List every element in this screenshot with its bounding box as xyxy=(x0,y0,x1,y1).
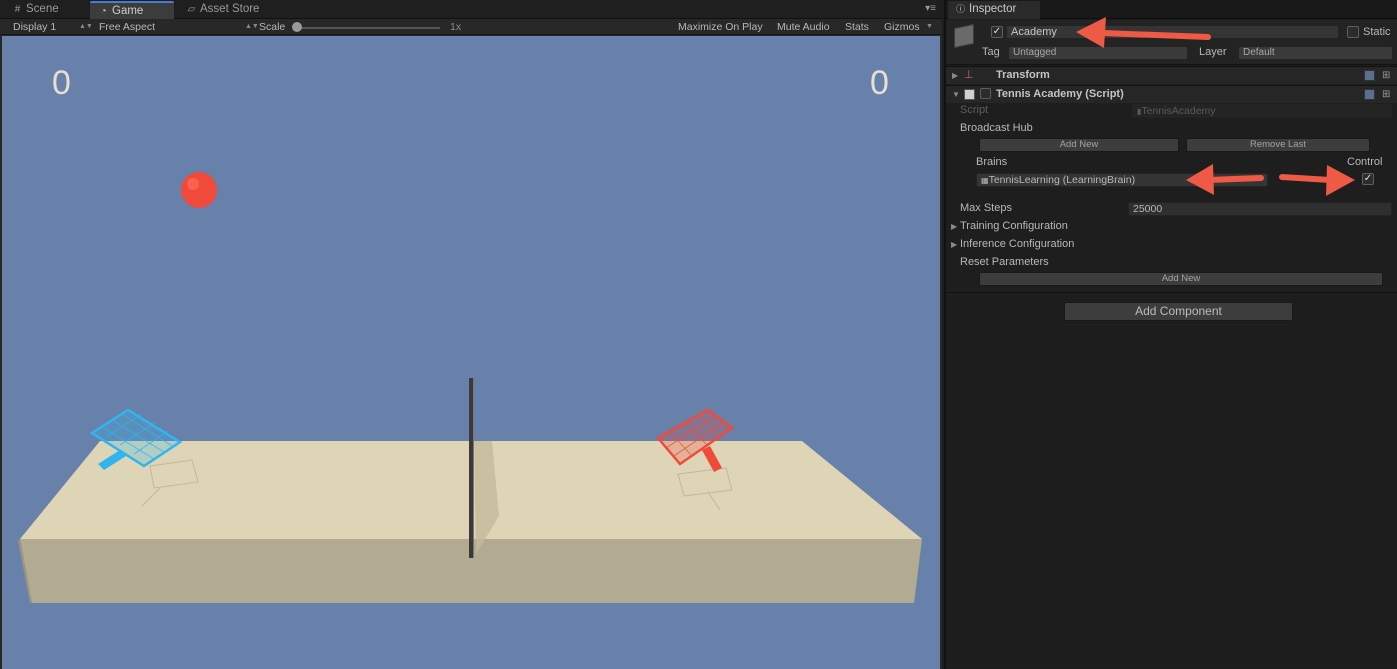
maximize-on-play-toggle[interactable]: Maximize On Play xyxy=(678,20,763,34)
academy-title: Tennis Academy (Script) xyxy=(996,88,1124,100)
panel-menu-icon[interactable]: ▾≡ xyxy=(925,3,936,14)
annotation-arrow-control xyxy=(1279,165,1355,196)
foldout-arrow-icon[interactable]: ▶ xyxy=(952,71,958,80)
help-book-icon[interactable] xyxy=(1364,70,1375,81)
gameobject-header: ✓ Academy Static Tag Untagged Layer Defa… xyxy=(946,20,1397,65)
bag-icon: ▱ xyxy=(187,4,196,15)
component-enabled-checkbox[interactable] xyxy=(980,88,991,99)
chevron-updown-icon: ▲▼ xyxy=(79,23,93,30)
stats-toggle[interactable]: Stats xyxy=(845,20,869,34)
game-panel: # Scene ◔ Game ▱ Asset Store ▾≡ Display 1 ▲… xyxy=(0,0,942,669)
help-book-icon[interactable] xyxy=(1364,89,1375,100)
control-checkbox[interactable]: ✓ xyxy=(1362,173,1374,185)
score-right: 0 xyxy=(870,64,889,102)
scale-slider-handle[interactable] xyxy=(292,22,302,32)
max-steps-field[interactable]: 25000 xyxy=(1128,202,1392,216)
transform-title: Transform xyxy=(996,69,1050,81)
tab-asset-store[interactable]: ▱ Asset Store xyxy=(178,1,278,19)
broadcast-remove-last-button[interactable]: Remove Last xyxy=(1186,138,1370,152)
score-left: 0 xyxy=(52,64,71,102)
ball xyxy=(181,172,217,208)
chevron-updown-icon: ▲▼ xyxy=(245,23,259,30)
reset-parameters-add-new-button[interactable]: Add New xyxy=(979,272,1383,286)
editor-tab-bar: # Scene ◔ Game ▱ Asset Store ▾≡ xyxy=(0,0,942,19)
control-column-label: Control xyxy=(1347,156,1383,168)
inference-configuration-foldout[interactable]: Inference Configuration xyxy=(960,237,1074,251)
game-toolbar: Display 1 ▲▼ Free Aspect ▲▼ Scale 1x Max… xyxy=(0,19,942,35)
scale-slider-track[interactable] xyxy=(295,27,440,29)
aspect-dropdown[interactable]: Free Aspect xyxy=(99,20,155,34)
add-component-button[interactable]: Add Component xyxy=(1064,302,1293,321)
foldout-arrow-icon[interactable]: ▶ xyxy=(951,222,957,231)
transform-component-header[interactable]: ▶ ⊥ Transform ⊞ xyxy=(946,66,1397,84)
transform-axes-icon: ⊥ xyxy=(964,69,974,81)
static-label: Static xyxy=(1363,26,1391,38)
chevron-down-icon[interactable]: ▼ xyxy=(926,20,933,34)
display-dropdown[interactable]: Display 1 xyxy=(13,20,56,34)
game-viewport[interactable]: 0 0 xyxy=(2,36,940,669)
settings-sliders-icon[interactable]: ⊞ xyxy=(1382,89,1393,100)
brain-asset-icon: ▦ xyxy=(981,176,989,185)
max-steps-label: Max Steps xyxy=(960,202,1012,214)
broadcast-hub-label: Broadcast Hub xyxy=(960,122,1033,134)
script-file-icon xyxy=(964,89,975,100)
settings-sliders-icon[interactable]: ⊞ xyxy=(1382,70,1393,81)
gameobject-cube-icon xyxy=(954,23,974,49)
net xyxy=(469,378,473,558)
info-icon: ⓘ xyxy=(956,4,966,14)
inspector-empty-area xyxy=(946,292,1397,669)
reset-parameters-label: Reset Parameters xyxy=(960,256,1049,268)
academy-component-header[interactable]: ▼ Tennis Academy (Script) ⊞ xyxy=(946,85,1397,103)
static-checkbox[interactable] xyxy=(1347,26,1359,38)
brain-object-field[interactable]: ▦TennisLearning (LearningBrain) xyxy=(976,173,1268,187)
tennis-scene xyxy=(18,172,922,603)
layer-dropdown[interactable]: Default xyxy=(1238,46,1393,60)
inspector-tab-bar: ⓘ Inspector xyxy=(946,0,1397,19)
tag-dropdown[interactable]: Untagged xyxy=(1008,46,1188,60)
object-name-field[interactable]: Academy xyxy=(1006,25,1339,39)
tab-game[interactable]: ◔ Game xyxy=(90,1,174,19)
layer-label: Layer xyxy=(1199,46,1227,58)
pacman-icon: ◔ xyxy=(100,6,107,17)
mute-audio-toggle[interactable]: Mute Audio xyxy=(777,20,830,34)
tab-inspector[interactable]: ⓘ Inspector xyxy=(948,1,1040,19)
inspector-panel: ⓘ Inspector ✓ Academy Static Tag Untagged… xyxy=(944,0,1397,669)
script-label: Script xyxy=(960,104,989,116)
broadcast-add-new-button[interactable]: Add New xyxy=(979,138,1179,152)
active-checkbox[interactable]: ✓ xyxy=(991,26,1003,38)
foldout-arrow-icon[interactable]: ▶ xyxy=(951,240,957,249)
foldout-expanded-icon[interactable]: ▼ xyxy=(952,90,960,99)
training-configuration-foldout[interactable]: Training Configuration xyxy=(960,219,1068,233)
hash-icon: # xyxy=(14,4,21,15)
brains-column-label: Brains xyxy=(976,156,1008,168)
scale-label: Scale xyxy=(259,21,286,33)
scale-value: 1x xyxy=(450,21,462,33)
script-field: ▮TennisAcademy xyxy=(1132,104,1392,118)
tag-label: Tag xyxy=(982,46,1000,58)
tab-scene[interactable]: # Scene xyxy=(4,1,90,19)
gizmos-dropdown[interactable]: Gizmos xyxy=(884,20,920,34)
